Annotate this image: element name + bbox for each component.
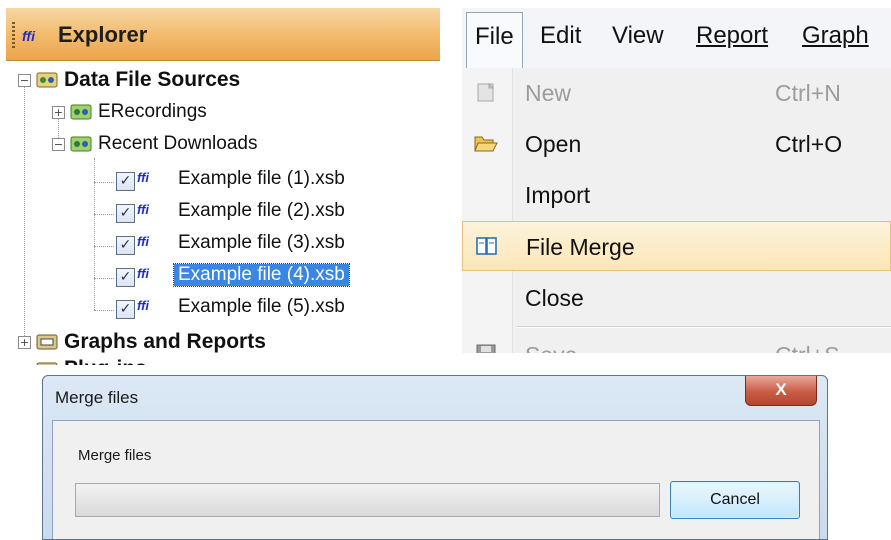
grip-handle[interactable] [12, 22, 15, 48]
collapse-icon[interactable]: − [18, 74, 31, 87]
plugins-folder-icon [36, 362, 58, 365]
collapse-icon[interactable]: − [52, 138, 65, 151]
menu-shortcut: Ctrl+O [775, 131, 843, 157]
tree-label-erecordings: ERecordings [98, 101, 207, 122]
menu-edit[interactable]: Edit [540, 22, 581, 50]
explorer-title: Explorer [58, 22, 148, 47]
downloads-folder-icon [70, 136, 92, 152]
file-checkbox[interactable]: ✓ [116, 204, 135, 223]
tree-label-plugins: Plug-ins [64, 357, 147, 365]
save-icon [476, 344, 496, 353]
reports-folder-icon [36, 334, 58, 350]
menu-item-label: New [525, 80, 572, 106]
menu-separator [517, 326, 891, 328]
dialog-message: Merge files [78, 447, 152, 464]
menu-item-new[interactable]: New Ctrl+N [462, 68, 891, 118]
data-sources-icon [36, 72, 58, 88]
menu-file[interactable]: File [466, 12, 523, 68]
tree-label-data-file-sources: Data File Sources [64, 68, 241, 91]
tree-label-graphs-and-reports: Graphs and Reports [64, 330, 266, 353]
tree-line [94, 246, 114, 247]
menu-item-file-merge[interactable]: File Merge [462, 221, 891, 271]
menu-shortcut: Ctrl+N [775, 80, 841, 106]
dialog-title: Merge files [55, 388, 139, 407]
new-file-icon [477, 82, 495, 102]
menu-item-label: Close [525, 285, 584, 311]
open-folder-icon [474, 136, 498, 152]
file-menu-panel: File Edit View Report Graph New Ctrl+N O… [462, 8, 891, 353]
file-checkbox[interactable]: ✓ [116, 236, 135, 255]
close-button[interactable]: X [745, 376, 817, 406]
menu-report[interactable]: Report [696, 22, 768, 50]
recordings-folder-icon [70, 104, 92, 120]
dialog-body: Merge files Cancel [52, 420, 820, 539]
cancel-button[interactable]: Cancel [670, 481, 800, 519]
tree-label-recent-downloads: Recent Downloads [98, 133, 258, 154]
tree-label-file-selected: Example file (4).xsb [173, 263, 350, 287]
merge-progress-bar [75, 483, 660, 517]
file-checkbox[interactable]: ✓ [116, 268, 135, 287]
tree-label-file: Example file (1).xsb [178, 168, 345, 189]
file-merge-icon [476, 237, 497, 255]
ffi-logo-icon: ffi [22, 28, 35, 44]
menu-item-save[interactable]: Save Ctrl+S [462, 330, 891, 353]
tree-label-file: Example file (2).xsb [178, 200, 345, 221]
menubar: File Edit View Report Graph [462, 8, 891, 69]
tree-label-file: Example file (3).xsb [178, 232, 345, 253]
expand-icon[interactable]: + [18, 336, 31, 349]
ffi-file-icon: ffi [137, 234, 150, 249]
file-dropdown: New Ctrl+N Open Ctrl+O Import File Merge… [462, 68, 891, 353]
tree-line [94, 182, 114, 183]
menu-item-import[interactable]: Import [462, 170, 891, 220]
tree-line [94, 158, 95, 310]
tree-line [24, 86, 25, 342]
explorer-panel: ffi Explorer − Data File Sources + EReco… [0, 0, 450, 365]
tree-label-file: Example file (5).xsb [178, 296, 345, 317]
ffi-file-icon: ffi [137, 266, 150, 281]
menu-item-label: Open [525, 131, 582, 157]
ffi-file-icon: ffi [137, 298, 150, 313]
tree-line [94, 214, 114, 215]
ffi-file-icon: ffi [137, 202, 150, 217]
menu-item-label: File Merge [526, 234, 635, 260]
menu-item-label: Import [525, 182, 591, 208]
file-checkbox[interactable]: ✓ [116, 300, 135, 319]
file-checkbox[interactable]: ✓ [116, 172, 135, 191]
expand-icon[interactable]: + [52, 106, 65, 119]
menu-graph[interactable]: Graph [802, 22, 869, 50]
merge-files-dialog: Merge files X Merge files Cancel [42, 375, 828, 540]
menu-item-label: Save [525, 342, 577, 353]
menu-shortcut: Ctrl+S [775, 342, 840, 353]
tree-line [94, 278, 114, 279]
menu-item-open[interactable]: Open Ctrl+O [462, 119, 891, 169]
menu-item-close[interactable]: Close [462, 273, 891, 323]
menu-view[interactable]: View [612, 22, 664, 50]
explorer-header: ffi Explorer [6, 8, 440, 61]
ffi-file-icon: ffi [137, 170, 150, 185]
tree-line [94, 310, 114, 311]
